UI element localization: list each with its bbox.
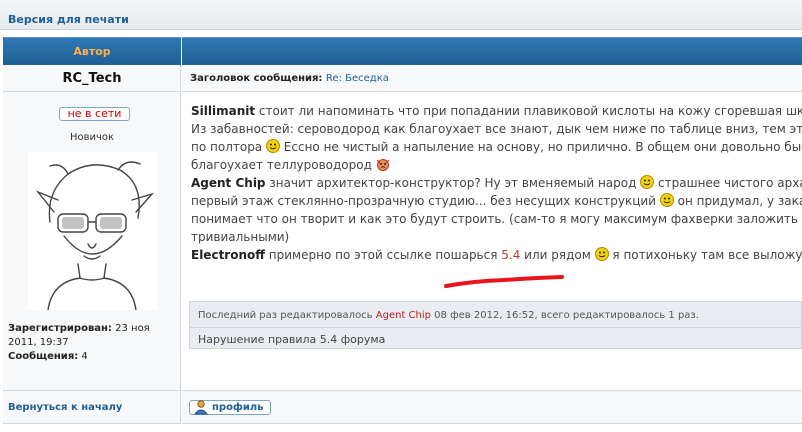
post-line: первый этаж стеклянно-прозрачную студию.… xyxy=(191,192,802,210)
edit-divider xyxy=(190,327,802,328)
smile-icon xyxy=(265,139,280,153)
rule-link[interactable]: 5.4 xyxy=(501,248,520,262)
post-line: Sillimanit стоит ли напоминать что при п… xyxy=(191,102,802,120)
post-text-run: Из забавностей: сероводород как благоуха… xyxy=(191,122,802,136)
post-text: Sillimanit стоит ли напоминать что при п… xyxy=(191,102,802,264)
print-bar: Версия для печати xyxy=(0,0,802,30)
avatar xyxy=(28,152,157,311)
quoted-nick: Agent Chip xyxy=(191,176,266,190)
avatar-sketch xyxy=(35,161,155,311)
message-column-header xyxy=(182,37,802,65)
edit-notice: Последний раз редактировалось Agent Chip… xyxy=(189,301,802,349)
profile-button-label: профиль xyxy=(212,402,264,413)
post-line: благоухает теллуроводород xyxy=(191,156,802,174)
user-icon xyxy=(194,400,208,415)
author-column-header: Автор xyxy=(3,37,181,65)
back-to-top-link[interactable]: Вернуться к началу xyxy=(8,402,122,413)
profile-button[interactable]: профиль xyxy=(189,400,271,415)
subject-label: Заголовок сообщения: xyxy=(190,73,323,84)
footer-right: профиль xyxy=(182,390,802,424)
stinky-smile-icon xyxy=(376,159,390,171)
post-text-run: значит архитектор-конструктор? Ну эт вме… xyxy=(265,176,641,190)
post-line: по полтора Ессно не чистый а напыление н… xyxy=(191,138,802,156)
registered-label: Зарегистрирован: xyxy=(8,323,112,334)
edit-prefix: Последний раз редактировалось xyxy=(198,310,376,321)
print-version-link[interactable]: Версия для печати xyxy=(8,13,129,26)
post-text-run: понимает что он творит и как это будут с… xyxy=(191,212,802,226)
post-text-run: стоит ли напоминать что при попадании пл… xyxy=(255,104,802,118)
editor-link[interactable]: Agent Chip xyxy=(376,310,431,321)
edit-reason: Нарушение правила 5.4 форума xyxy=(198,333,386,346)
edit-suffix: 08 фев 2012, 16:52, всего редактировалос… xyxy=(431,310,699,321)
user-rank: Новичок xyxy=(69,132,115,143)
post-text-run: по полтора xyxy=(191,140,266,154)
quoted-nick: Electronoff xyxy=(191,248,265,262)
post-text-run: я потихоньку там все выложу xyxy=(608,248,802,262)
registration-info: Зарегистрирован: 23 ноя 2011, 19:37 Сооб… xyxy=(8,322,176,364)
post-line: тривиальными) xyxy=(191,228,802,246)
post-text-run: страшнее чистого арха тольк xyxy=(658,176,802,190)
post-text-run: тривиальными) xyxy=(191,230,290,244)
post-line: Agent Chip значит архитектор-конструктор… xyxy=(191,174,802,192)
smile-icon xyxy=(594,247,609,261)
post-text-run: Ессно не чистый а напыление на основу, н… xyxy=(279,140,802,154)
posts-label: Сообщения: xyxy=(8,351,79,362)
subject-cell: Заголовок сообщения: Re: Беседка xyxy=(182,65,802,92)
subject-value[interactable]: Re: Беседка xyxy=(326,73,389,84)
post-body: Sillimanit стоит ли напоминать что при п… xyxy=(182,92,802,390)
author-name-cell: RC_Tech xyxy=(3,65,181,92)
post-text-run: или рядом xyxy=(520,248,595,262)
posts-value: 4 xyxy=(81,351,88,362)
offline-status-badge[interactable]: не в сети xyxy=(59,107,130,121)
post-text-run: благоухает теллуроводород xyxy=(191,158,376,172)
post-subject: Заголовок сообщения: Re: Беседка xyxy=(190,73,389,84)
post-text-run: он придумал, у заказчика xyxy=(677,194,802,208)
footer-left: Вернуться к началу xyxy=(3,390,181,424)
author-name[interactable]: RC_Tech xyxy=(3,71,181,86)
author-sidebar: не в сети Новичок Зарегистрирован: 23 но… xyxy=(3,92,181,390)
edit-info: Последний раз редактировалось Agent Chip… xyxy=(198,310,699,321)
smile-icon xyxy=(640,175,655,189)
red-underline-annotation xyxy=(444,275,564,288)
post-text-run: первый этаж стеклянно-прозрачную студию.… xyxy=(191,194,660,208)
smile-icon xyxy=(659,193,674,207)
quoted-nick: Sillimanit xyxy=(191,104,256,118)
author-column-label: Автор xyxy=(73,45,111,58)
post-line: Из забавностей: сероводород как благоуха… xyxy=(191,120,802,138)
post-line: Electronoff примерно по этой ссылке поша… xyxy=(191,246,802,264)
post-text-run: примерно по этой ссылке пошарься xyxy=(264,248,502,262)
post-line: понимает что он творит и как это будут с… xyxy=(191,210,802,228)
